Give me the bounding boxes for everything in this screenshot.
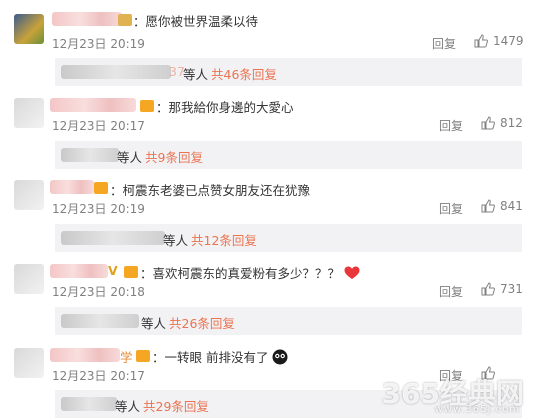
reply-count-link[interactable]: 共9条回复 <box>145 147 203 166</box>
reply-suffix: 等人 <box>183 67 209 82</box>
blurred-replier <box>61 148 119 162</box>
reply-preview[interactable]: 37 等人 共46条回复 <box>55 58 522 86</box>
reply-suffix: 等人 <box>115 399 141 414</box>
vip-badge-icon <box>118 14 132 26</box>
thumbs-up-icon <box>481 116 495 130</box>
vip-badge-icon <box>140 100 154 112</box>
avatar[interactable] <box>14 14 44 44</box>
reply-count-link[interactable]: 共26条回复 <box>169 313 235 332</box>
reply-button[interactable]: 回复 <box>439 283 463 300</box>
site-watermark: 365经典网 www.365J.com <box>338 372 528 418</box>
like-count: 731 <box>500 282 523 296</box>
like-button[interactable]: 812 <box>481 116 523 130</box>
blurred-username[interactable] <box>50 348 120 362</box>
thumbs-up-icon <box>481 282 495 296</box>
like-button[interactable]: 731 <box>481 282 523 296</box>
vip-badge-icon <box>136 350 150 362</box>
reply-button[interactable]: 回复 <box>432 35 456 52</box>
reply-suffix: 等人 <box>117 150 143 165</box>
comment-text: ：柯震东老婆已点赞女朋友还在犹豫 <box>110 183 311 198</box>
blurred-username[interactable] <box>52 12 122 26</box>
like-button[interactable]: 841 <box>481 199 523 213</box>
blurred-username[interactable] <box>50 180 94 194</box>
blurred-replier <box>61 231 165 245</box>
red-heart-emoji <box>344 266 360 279</box>
reply-count-link[interactable]: 共12条回复 <box>191 230 257 249</box>
reply-button[interactable]: 回复 <box>439 117 463 134</box>
like-count: 1479 <box>493 34 524 48</box>
blurred-replier <box>61 314 139 328</box>
comment-text: ：那我給你身邊的大愛心 <box>156 100 294 115</box>
like-count: 812 <box>500 116 523 130</box>
username-tail: V <box>108 263 118 278</box>
comment-text: ：愿你被世界温柔以待 <box>133 14 259 29</box>
reply-suffix: 等人 <box>163 233 189 248</box>
blurred-username[interactable] <box>50 98 136 112</box>
reply-preview[interactable]: 等人 共12条回复 <box>55 224 522 252</box>
watermark-url: www.365J.com <box>434 404 520 415</box>
reply-preview[interactable]: 等人 共9条回复 <box>55 141 522 169</box>
comment-time: 12月23日 20:17 <box>52 369 145 383</box>
reply-count-link[interactable]: 共46条回复 <box>211 64 277 83</box>
reply-button[interactable]: 回复 <box>439 200 463 217</box>
reply-count-link[interactable]: 共29条回复 <box>143 396 209 415</box>
blurred-replier <box>61 65 171 79</box>
avatar[interactable] <box>14 264 44 294</box>
comment-time: 12月23日 20:19 <box>52 37 145 51</box>
thumbs-up-icon <box>474 34 488 48</box>
black-face-emoji <box>272 349 288 365</box>
comment-body: ：一转眼 前排没有了 <box>152 350 269 365</box>
vip-badge-icon <box>94 182 108 194</box>
comment-time: 12月23日 20:18 <box>52 285 145 299</box>
like-button[interactable]: 1479 <box>474 34 524 48</box>
comment-time: 12月23日 20:17 <box>52 119 145 133</box>
comment-text: ：一转眼 前排没有了 <box>152 347 288 366</box>
avatar[interactable] <box>14 180 44 210</box>
reply-preview[interactable]: 等人 共26条回复 <box>55 307 522 335</box>
blurred-username[interactable] <box>50 264 108 278</box>
username-tail: 学 <box>120 350 133 365</box>
reply-suffix: 等人 <box>141 316 167 331</box>
comment-body: ：喜欢柯震东的真爱粉有多少？？？ <box>140 266 341 281</box>
thumbs-up-icon <box>481 199 495 213</box>
comment-time: 12月23日 20:19 <box>52 202 145 216</box>
comment-text: ：喜欢柯震东的真爱粉有多少？？？ <box>140 263 360 282</box>
vip-badge-icon <box>124 266 138 278</box>
like-count: 841 <box>500 199 523 213</box>
avatar[interactable] <box>14 348 44 378</box>
blurred-replier <box>61 397 117 411</box>
avatar[interactable] <box>14 98 44 128</box>
